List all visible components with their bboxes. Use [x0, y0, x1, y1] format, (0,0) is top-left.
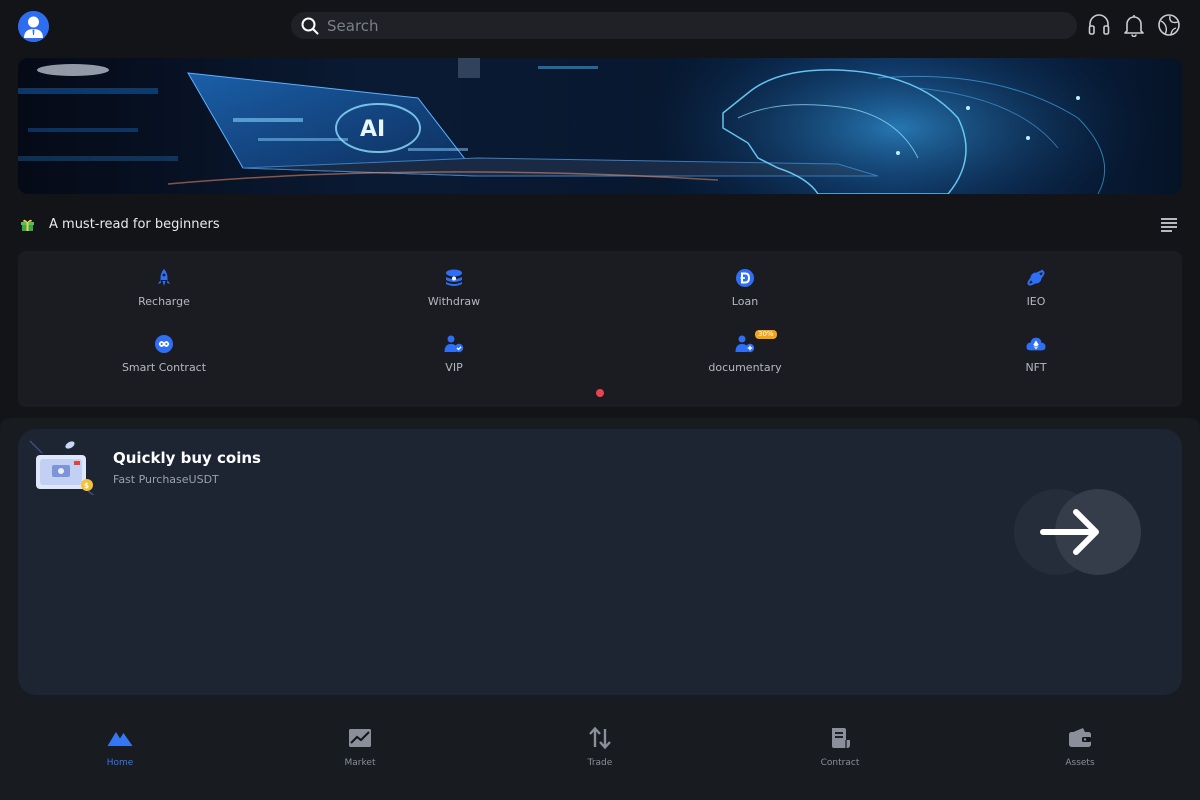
user-plus-icon — [735, 335, 755, 353]
nav-label: Market — [344, 758, 376, 768]
discount-badge: 30% — [755, 330, 777, 339]
quick-item-vip[interactable]: VIP — [354, 334, 554, 386]
cloud-ethereum-icon — [1026, 337, 1046, 351]
globe-icon[interactable] — [1157, 13, 1181, 37]
quick-item-label: Withdraw — [427, 295, 481, 308]
nav-label: Home — [106, 758, 134, 768]
search-icon — [301, 17, 319, 34]
quick-item-label: Recharge — [138, 295, 190, 308]
arrow-right-icon — [1040, 509, 1099, 555]
quick-item-withdraw[interactable]: Withdraw — [354, 268, 554, 320]
pagination-dot[interactable] — [596, 389, 604, 397]
list-menu-icon[interactable] — [1160, 215, 1178, 233]
quick-item-label: IEO — [1026, 295, 1046, 308]
svg-text:$: $ — [84, 482, 89, 490]
nav-contract[interactable]: Contract — [780, 726, 900, 768]
quick-item-recharge[interactable]: Recharge — [64, 268, 264, 320]
wallet-card-illustration: $ — [29, 440, 95, 495]
headset-icon[interactable] — [1087, 13, 1111, 37]
user-check-icon — [444, 335, 464, 353]
notice-bar[interactable]: A must-read for beginners — [18, 212, 1182, 236]
wallet-icon — [1069, 728, 1091, 747]
chart-icon — [349, 729, 371, 747]
document-icon — [832, 728, 850, 748]
search-bar[interactable] — [291, 12, 1077, 39]
nav-label: Trade — [587, 758, 613, 768]
quick-item-nft[interactable]: NFT — [936, 334, 1136, 386]
quick-buy-title: Quickly buy coins — [113, 449, 261, 467]
quick-item-loan[interactable]: Loan — [645, 268, 845, 320]
quick-item-documentary[interactable]: 30% documentary — [645, 330, 845, 386]
quick-item-label: documentary — [708, 361, 782, 374]
banner-ai-logo: AI — [360, 117, 385, 142]
user-avatar[interactable] — [18, 11, 49, 42]
quick-buy-card[interactable]: $ Quickly buy coins Fast PurchaseUSDT — [18, 429, 1182, 695]
nav-trade[interactable]: Trade — [540, 726, 660, 768]
user-icon — [18, 11, 49, 42]
quick-menu-panel: Recharge Withdraw Loan IEO Smart Contrac… — [18, 251, 1182, 407]
exchange-icon — [155, 335, 173, 353]
planet-icon — [1027, 269, 1045, 286]
top-header — [0, 0, 1200, 52]
promo-banner[interactable]: AI — [18, 58, 1182, 194]
quick-item-label: Smart Contract — [121, 361, 207, 374]
gift-icon — [21, 219, 34, 231]
home-mountain-icon — [107, 732, 133, 746]
quick-buy-arrow-button[interactable] — [1014, 488, 1144, 578]
quick-item-label: NFT — [1025, 361, 1047, 374]
notice-text: A must-read for beginners — [49, 216, 220, 232]
nav-assets[interactable]: Assets — [1020, 726, 1140, 768]
quick-item-smart-contract[interactable]: Smart Contract — [64, 334, 264, 386]
bottom-navigation: Home Market Trade Contract Assets — [0, 720, 1200, 780]
bell-icon[interactable] — [1122, 13, 1146, 37]
quick-item-ieo[interactable]: IEO — [936, 268, 1136, 320]
quick-buy-subtitle: Fast PurchaseUSDT — [113, 473, 219, 486]
arrows-updown-icon — [589, 726, 611, 750]
coin-stack-icon — [446, 269, 462, 286]
nav-label: Contract — [820, 758, 860, 768]
ai-banner-image: AI — [18, 58, 1158, 194]
quick-item-label: Loan — [731, 295, 759, 308]
nav-label: Assets — [1065, 758, 1095, 768]
nav-home[interactable]: Home — [60, 726, 180, 768]
search-input[interactable] — [325, 15, 1025, 36]
nav-market[interactable]: Market — [300, 726, 420, 768]
rocket-icon — [158, 269, 170, 286]
quick-item-label: VIP — [445, 361, 463, 374]
dollar-coin-icon — [736, 269, 754, 287]
